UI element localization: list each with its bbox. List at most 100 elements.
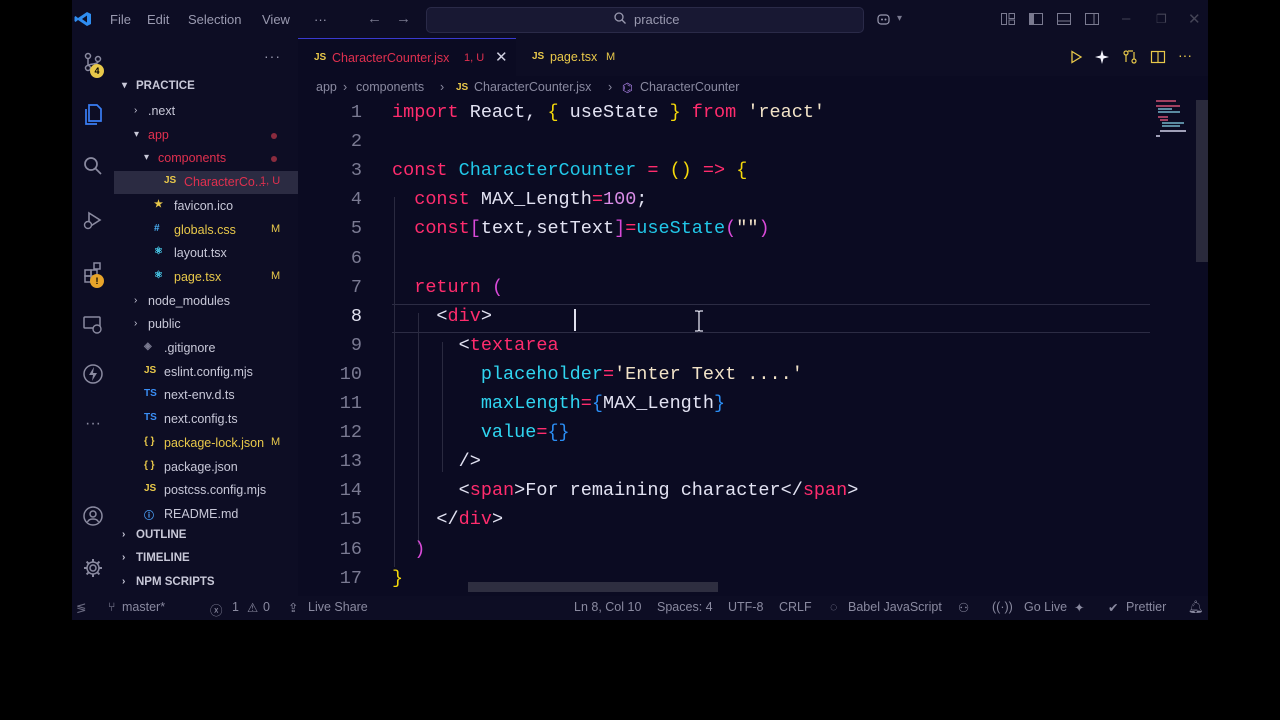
code-line[interactable]: 1 import React, { useState } from 'react': [298, 102, 1158, 131]
minimap[interactable]: [1154, 98, 1190, 138]
explorer-tab[interactable]: [72, 96, 114, 132]
sparkle-icon[interactable]: [1094, 49, 1110, 65]
close-window-icon[interactable]: ✕: [1188, 10, 1201, 28]
breadcrumb-file[interactable]: CharacterCounter.jsx: [474, 80, 591, 94]
run-debug-tab[interactable]: [72, 202, 114, 238]
explorer-root-header[interactable]: ▾ PRACTICE: [114, 76, 298, 98]
copilot-status-icon[interactable]: ⚇: [958, 600, 969, 615]
bell-icon[interactable]: 🔔︎: [1188, 600, 1204, 615]
tree-item-app[interactable]: ▾ app: [114, 124, 298, 147]
copilot-icon[interactable]: [876, 11, 892, 27]
extensions-tab[interactable]: !: [72, 254, 114, 290]
code-line[interactable]: 7 return (: [298, 277, 1158, 306]
breadcrumb-app[interactable]: app: [316, 80, 337, 94]
tree-item-readme-md[interactable]: ⓘ README.md: [114, 503, 298, 526]
horizontal-scrollbar[interactable]: [468, 582, 718, 592]
sparkle-status-icon[interactable]: ✦: [1074, 600, 1084, 615]
tree-item-page-tsx[interactable]: ⚛ page.tsx M: [114, 266, 298, 289]
tree-item-next[interactable]: › .next: [114, 100, 298, 123]
menu-file[interactable]: File: [110, 12, 131, 27]
encoding[interactable]: UTF-8: [728, 600, 763, 614]
menu-selection[interactable]: Selection: [188, 12, 241, 27]
code-line[interactable]: 15 </div>: [298, 509, 1158, 538]
forward-arrow-icon[interactable]: →: [396, 10, 411, 27]
code-line[interactable]: 17}: [298, 568, 1158, 596]
search-tab[interactable]: [72, 148, 114, 184]
cursor-position[interactable]: Ln 8, Col 10: [574, 600, 641, 614]
back-arrow-icon[interactable]: ←: [367, 10, 382, 27]
menu-more[interactable]: ···: [314, 12, 327, 27]
code-token: 100: [602, 189, 637, 211]
menu-view[interactable]: View: [262, 12, 290, 27]
customize-layout-icon[interactable]: [1000, 11, 1016, 27]
tree-item-node-modules[interactable]: › node_modules: [114, 290, 298, 313]
tree-item-globals-css[interactable]: # globals.css M: [114, 219, 298, 242]
command-center-search[interactable]: practice: [426, 7, 864, 33]
menu-edit[interactable]: Edit: [147, 12, 169, 27]
editor-more-icon[interactable]: ···: [1178, 47, 1192, 63]
timeline-section[interactable]: › TIMELINE: [114, 548, 298, 570]
toggle-panel-icon[interactable]: [1056, 11, 1072, 27]
minimize-icon[interactable]: –: [1122, 10, 1130, 27]
close-tab-icon[interactable]: ✕: [495, 48, 508, 66]
toggle-sidebar-icon[interactable]: [1028, 11, 1044, 27]
tree-item-next-config-ts[interactable]: TS next.config.ts: [114, 408, 298, 431]
warning-count[interactable]: 0: [263, 600, 270, 614]
code-line[interactable]: 8 <div>: [298, 306, 1158, 335]
tree-item-public[interactable]: › public: [114, 313, 298, 336]
explorer-more-icon[interactable]: ···: [264, 48, 281, 64]
code-line[interactable]: 11 maxLength={MAX_Length}: [298, 393, 1158, 422]
manage-tab[interactable]: [72, 550, 114, 586]
remote-indicator-icon[interactable]: ≶: [76, 600, 86, 615]
outline-section[interactable]: › OUTLINE: [114, 525, 298, 547]
code-line[interactable]: 4 const MAX_Length=100;: [298, 189, 1158, 218]
live-share-button[interactable]: Live Share: [308, 600, 368, 614]
code-line[interactable]: 16 ): [298, 539, 1158, 568]
code-line[interactable]: 3 const CharacterCounter = () => {: [298, 160, 1158, 189]
breadcrumb-symbol[interactable]: CharacterCounter: [640, 80, 739, 94]
tree-item-favicon-ico[interactable]: ★ favicon.ico: [114, 195, 298, 218]
tree-item-components[interactable]: ▾ components: [114, 147, 298, 170]
breadcrumb-components[interactable]: components: [356, 80, 424, 94]
code-line[interactable]: 13 />: [298, 451, 1158, 480]
source-control-tab[interactable]: 4: [72, 44, 114, 80]
tree-item-package-json[interactable]: { } package.json: [114, 456, 298, 479]
code-line[interactable]: 6: [298, 248, 1158, 277]
tree-item-next-env-d-ts[interactable]: TS next-env.d.ts: [114, 384, 298, 407]
line-ending[interactable]: CRLF: [779, 600, 812, 614]
tree-item-gitignore[interactable]: ◈ .gitignore: [114, 337, 298, 360]
split-editor-icon[interactable]: [1150, 49, 1166, 65]
tab-page-tsx[interactable]: JS page.tsx M: [516, 38, 644, 76]
tree-item-layout-tsx[interactable]: ⚛ layout.tsx: [114, 242, 298, 265]
compare-changes-icon[interactable]: [1122, 49, 1138, 65]
maximize-icon[interactable]: ❐: [1156, 12, 1167, 26]
run-icon[interactable]: [1068, 49, 1084, 65]
tab-charactercounter[interactable]: JS CharacterCounter.jsx 1, U ✕: [298, 38, 516, 77]
toggle-secondary-sidebar-icon[interactable]: [1084, 11, 1100, 27]
tree-item-eslint-config-mjs[interactable]: JS eslint.config.mjs: [114, 361, 298, 384]
tree-item-package-lock-json[interactable]: { } package-lock.json M: [114, 432, 298, 455]
vertical-scrollbar[interactable]: [1196, 100, 1208, 262]
code-line[interactable]: 9 <textarea: [298, 335, 1158, 364]
go-live-button[interactable]: Go Live: [1024, 600, 1067, 614]
accounts-tab[interactable]: [72, 498, 114, 534]
code-line[interactable]: 14 <span>For remaining character</span>: [298, 480, 1158, 509]
error-count[interactable]: 1: [232, 600, 239, 614]
tree-item-postcss-config-mjs[interactable]: JS postcss.config.mjs: [114, 479, 298, 502]
more-views-icon[interactable]: ···: [72, 406, 114, 442]
copilot-menu-icon[interactable]: ▾: [897, 13, 902, 24]
tree-item-characterco[interactable]: JS CharacterCo... 1, U: [114, 171, 298, 195]
tree-item-label: layout.tsx: [174, 246, 227, 261]
code-line[interactable]: 10 placeholder='Enter Text ....': [298, 364, 1158, 393]
code-line[interactable]: 5 const[text,setText]=useState(""): [298, 218, 1158, 247]
code-line[interactable]: 12 value={}: [298, 422, 1158, 451]
thunder-client-tab[interactable]: [72, 356, 114, 392]
code-line[interactable]: 2: [298, 131, 1158, 160]
prettier-button[interactable]: Prettier: [1126, 600, 1166, 614]
branch-name[interactable]: master*: [122, 600, 165, 614]
code-editor[interactable]: 1 import React, { useState } from 'react'…: [298, 98, 1208, 596]
npm-scripts-section[interactable]: › NPM SCRIPTS: [114, 572, 298, 594]
language-mode[interactable]: Babel JavaScript: [848, 600, 942, 614]
indentation[interactable]: Spaces: 4: [657, 600, 713, 614]
remote-explorer-tab[interactable]: [72, 306, 114, 342]
